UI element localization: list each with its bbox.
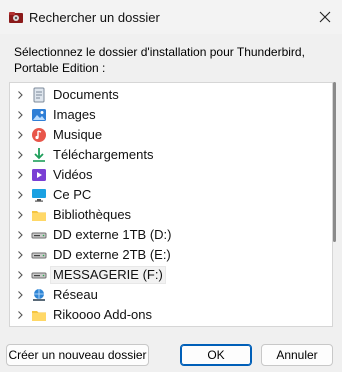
pc-icon (32, 189, 46, 202)
drive-icon (31, 252, 47, 259)
network-icon (33, 289, 45, 301)
chevron-right-icon[interactable] (15, 90, 25, 100)
chevron-right-icon[interactable] (15, 250, 25, 260)
folder-icon (32, 311, 46, 321)
video-icon (32, 169, 46, 181)
tree-item-label: Ce PC (53, 187, 92, 202)
tree-item[interactable]: Musique (10, 125, 320, 145)
tree-item-label: DD externe 2TB (E:) (53, 247, 171, 262)
tree-item-label: Images (53, 107, 96, 122)
tree-item[interactable]: Rikoooo Add-ons (10, 305, 320, 325)
new-folder-button[interactable]: Créer un nouveau dossier (6, 344, 149, 366)
tree-item[interactable]: Bibliothèques (10, 205, 320, 225)
drive-icon (31, 272, 47, 279)
close-button[interactable] (308, 0, 342, 34)
download-icon (33, 148, 45, 162)
tree-item[interactable]: Images (10, 105, 320, 125)
music-icon (32, 128, 46, 142)
tree-item-label: Rikoooo Add-ons (53, 307, 153, 322)
tree-item[interactable]: Vidéos (10, 165, 320, 185)
chevron-right-icon[interactable] (15, 110, 25, 120)
folder-icon (32, 211, 46, 221)
chevron-right-icon[interactable] (15, 310, 25, 320)
tree-item-label: Documents (53, 87, 119, 102)
tree-item[interactable]: MESSAGERIE (F:) (10, 265, 320, 285)
tree-item-label: Musique (53, 127, 103, 142)
tree-item[interactable]: Téléchargements (10, 145, 320, 165)
tree-item[interactable]: Documents (10, 85, 320, 105)
document-icon (33, 87, 45, 103)
images-icon (32, 109, 46, 121)
chevron-right-icon[interactable] (15, 190, 25, 200)
tree-item[interactable]: Ce PC (10, 185, 320, 205)
tree-item-label: Bibliothèques (53, 207, 132, 222)
tree-item-label: Vidéos (53, 167, 93, 182)
chevron-right-icon[interactable] (15, 290, 25, 300)
instruction-text: Sélectionnez le dossier d'installation p… (14, 45, 305, 75)
chevron-right-icon[interactable] (15, 130, 25, 140)
close-icon (319, 11, 331, 23)
tree-item[interactable]: DD externe 1TB (D:) (10, 225, 320, 245)
ok-button[interactable]: OK (180, 344, 252, 366)
chevron-right-icon[interactable] (15, 150, 25, 160)
tree-item-label: MESSAGERIE (F:) (50, 266, 166, 284)
tree-item-label: DD externe 1TB (D:) (53, 227, 172, 242)
title-bar: Rechercher un dossier (0, 0, 342, 34)
chevron-right-icon[interactable] (15, 230, 25, 240)
tree-item[interactable]: Réseau (10, 285, 320, 305)
tree-item[interactable]: DD externe 2TB (E:) (10, 245, 320, 265)
drive-icon (31, 232, 47, 239)
cancel-button[interactable]: Annuler (261, 344, 333, 366)
tree-item-label: Réseau (53, 287, 98, 302)
scrollbar-thumb[interactable] (333, 82, 336, 242)
window-title: Rechercher un dossier (29, 10, 160, 25)
folder-tree[interactable]: Documents Images Musique Téléchargements Vid… (9, 82, 333, 327)
chevron-right-icon[interactable] (15, 210, 25, 220)
chevron-right-icon[interactable] (15, 170, 25, 180)
tree-item-label: Téléchargements (53, 147, 154, 162)
chevron-right-icon[interactable] (15, 270, 25, 280)
folder-app-icon (9, 12, 23, 23)
